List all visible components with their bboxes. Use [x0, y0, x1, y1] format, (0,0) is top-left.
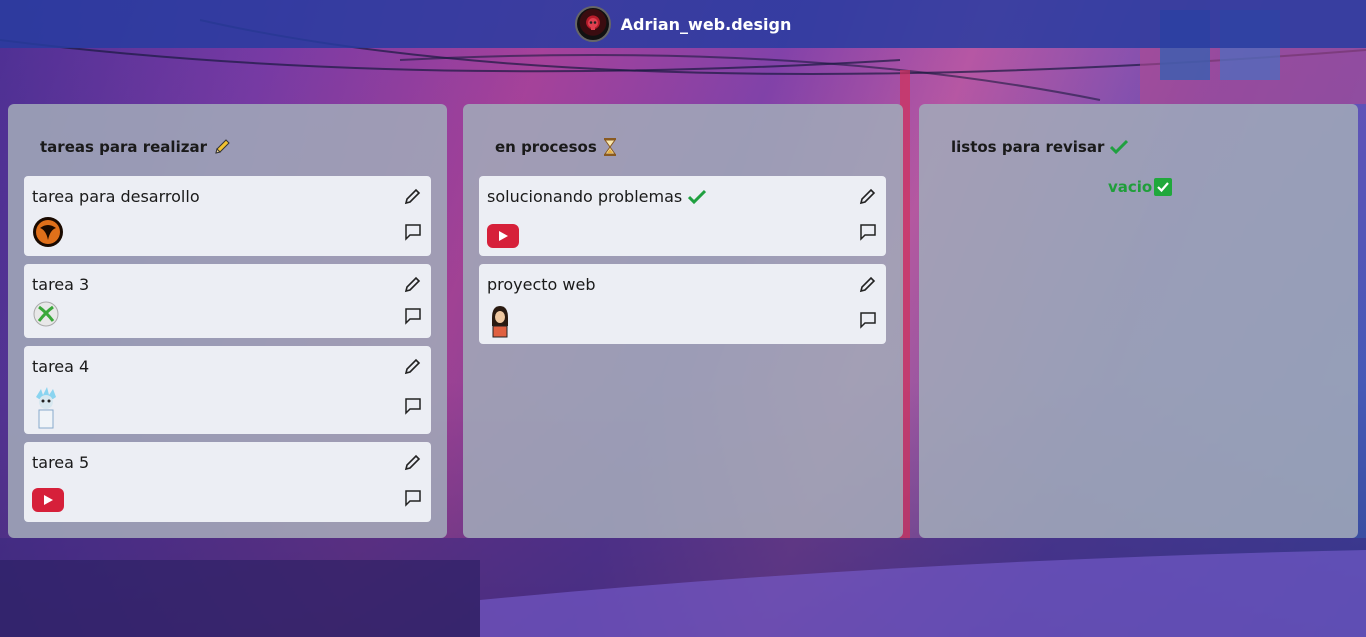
task-card[interactable]: tarea para desarrollo	[24, 176, 431, 256]
edit-button[interactable]	[858, 186, 878, 206]
woman-avatar-icon	[492, 306, 508, 338]
pencil-icon	[404, 454, 421, 471]
column-ready-for-review: listos para revisar vacio	[919, 104, 1358, 538]
task-card[interactable]: tarea 5	[24, 442, 431, 522]
card-thumbnail	[32, 300, 60, 328]
skull-icon	[587, 18, 598, 30]
top-bar: Adrian_web.design	[0, 0, 1366, 48]
pencil-icon	[215, 139, 230, 154]
edit-button[interactable]	[403, 186, 423, 206]
card-title: solucionando problemas	[487, 187, 683, 206]
empty-state: vacio	[1108, 178, 1173, 196]
checkmark-icon	[688, 189, 707, 204]
column-todo: tareas para realizar tarea para desarrol…	[8, 104, 447, 538]
comment-icon	[405, 224, 421, 241]
edit-button[interactable]	[858, 274, 878, 294]
mortal-kombat-logo-icon	[33, 217, 63, 247]
rick-avatar-icon	[36, 387, 56, 429]
card-thumbnail	[487, 304, 513, 338]
pencil-icon	[404, 276, 421, 293]
edit-button[interactable]	[403, 356, 423, 376]
edit-button[interactable]	[403, 452, 423, 472]
card-title: tarea 3	[32, 275, 90, 294]
column-header: en procesos	[495, 138, 617, 156]
column-header: listos para revisar	[951, 138, 1129, 156]
comment-button[interactable]	[858, 222, 878, 242]
youtube-logo-icon	[487, 224, 519, 248]
comment-button[interactable]	[403, 222, 423, 242]
card-thumbnail	[32, 216, 64, 248]
empty-state-text: vacio	[1108, 178, 1153, 196]
comment-button[interactable]	[403, 396, 423, 416]
card-title: proyecto web	[487, 275, 596, 294]
column-title: tareas para realizar	[40, 138, 207, 156]
task-card[interactable]: tarea 4	[24, 346, 431, 434]
comment-icon	[860, 224, 876, 241]
card-thumbnail	[487, 220, 519, 252]
brand-title: Adrian_web.design	[620, 14, 792, 34]
avatar[interactable]	[574, 6, 611, 42]
comment-icon	[405, 398, 421, 415]
task-card[interactable]: proyecto web	[479, 264, 886, 344]
card-title: tarea para desarrollo	[32, 187, 200, 206]
check-box-icon	[1154, 178, 1173, 196]
comment-icon	[405, 490, 421, 507]
pencil-icon	[404, 358, 421, 375]
xbox-logo-icon	[33, 301, 59, 327]
task-card[interactable]: tarea 3	[24, 264, 431, 338]
hourglass-icon	[603, 138, 616, 156]
card-thumbnail	[32, 386, 60, 430]
column-title: listos para revisar	[951, 138, 1105, 156]
comment-button[interactable]	[858, 310, 878, 330]
comment-icon	[860, 312, 876, 329]
column-header: tareas para realizar	[40, 138, 231, 156]
pencil-icon	[859, 276, 876, 293]
card-title: tarea 4	[32, 357, 90, 376]
task-card[interactable]: solucionando problemas	[479, 176, 886, 256]
card-thumbnail	[32, 484, 64, 516]
column-title: en procesos	[495, 138, 597, 156]
comment-button[interactable]	[403, 488, 423, 508]
pencil-icon	[859, 188, 876, 205]
checkmark-icon	[1110, 139, 1129, 155]
column-in-progress: en procesos solucionando problemas proye…	[463, 104, 903, 538]
card-title: tarea 5	[32, 453, 90, 472]
youtube-logo-icon	[32, 488, 64, 512]
comment-icon	[405, 308, 421, 325]
edit-button[interactable]	[403, 274, 423, 294]
pencil-icon	[404, 188, 421, 205]
comment-button[interactable]	[403, 306, 423, 326]
